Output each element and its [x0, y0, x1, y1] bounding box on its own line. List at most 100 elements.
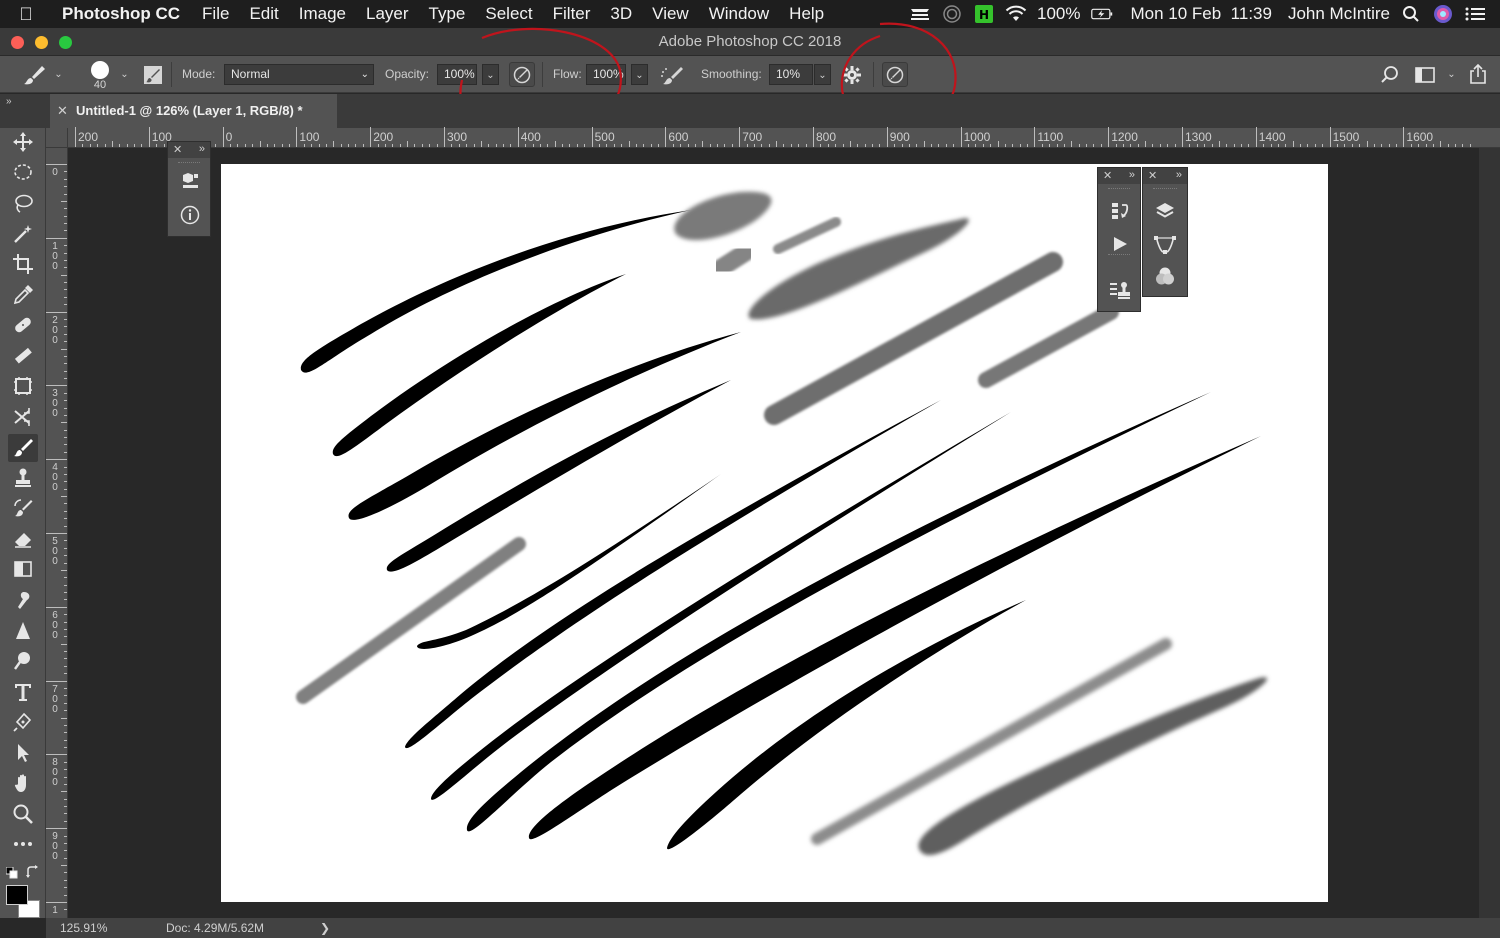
wifi-icon[interactable] [1005, 5, 1027, 23]
magic-wand-tool[interactable] [8, 220, 38, 248]
marquee-tool[interactable] [8, 158, 38, 186]
eyedropper-tool[interactable] [8, 281, 38, 309]
panel-grip[interactable] [1108, 188, 1130, 192]
workspace-dropdown[interactable]: ⌄ [1443, 64, 1460, 85]
vertical-ruler[interactable]: 0 100 200 300 400 500 600 700 800 900 1 [45, 148, 68, 918]
clone-stamp-tool[interactable] [8, 464, 38, 492]
close-panel-icon[interactable]: ✕ [1148, 169, 1157, 182]
expand-panel-icon[interactable]: » [1176, 169, 1182, 181]
document-tab[interactable]: ✕ Untitled-1 @ 126% (Layer 1, RGB/8) * [50, 94, 337, 128]
siri-icon[interactable] [1432, 5, 1454, 23]
pressure-opacity-button[interactable] [509, 62, 535, 87]
search-button[interactable] [1380, 65, 1400, 85]
smoothing-input[interactable]: 10% [769, 64, 813, 85]
gradient-tool[interactable] [8, 555, 38, 583]
opacity-slider-dropdown[interactable]: ⌄ [482, 64, 499, 85]
opacity-input[interactable]: 100% [437, 64, 477, 85]
expand-panel-icon[interactable]: » [1129, 169, 1135, 181]
edit-toolbar-button[interactable] [8, 830, 38, 858]
zoom-tool[interactable] [8, 800, 38, 828]
tool-preset-dropdown[interactable]: ⌄ [50, 64, 67, 85]
battery-icon[interactable] [1090, 5, 1113, 23]
close-document-icon[interactable]: ✕ [57, 94, 68, 128]
clone-stamp-tool-alt[interactable] [8, 372, 38, 400]
swap-colors-button[interactable] [26, 865, 40, 879]
horizontal-ruler[interactable]: 200 100 0 100 200 300 400 500 600 700 800 900 1000 11… [68, 127, 1500, 148]
clone-source-panel-button[interactable] [1098, 275, 1142, 305]
menu-select[interactable]: Select [475, 4, 542, 24]
menu-help[interactable]: Help [779, 4, 834, 24]
menu-file[interactable]: File [192, 4, 239, 24]
dodge-tool[interactable] [8, 647, 38, 675]
close-window-button[interactable] [11, 36, 24, 49]
smoothing-slider-dropdown[interactable]: ⌄ [814, 64, 831, 85]
share-button[interactable] [1467, 63, 1489, 85]
lasso-tool[interactable] [8, 189, 38, 217]
close-panel-icon[interactable]: ✕ [1103, 169, 1112, 182]
spotlight-search-icon[interactable] [1400, 5, 1422, 23]
user-name[interactable]: John McIntire [1282, 4, 1390, 24]
tool-preset-picker[interactable] [22, 64, 48, 86]
sharpen-tool[interactable] [8, 617, 38, 645]
expand-panel-icon[interactable]: » [199, 143, 205, 155]
history-brush-tool[interactable] [8, 494, 38, 522]
menu-layer[interactable]: Layer [356, 4, 419, 24]
clock[interactable]: Mon 10 Feb 11:39 [1123, 4, 1272, 24]
app-menu[interactable]: Photoshop CC [52, 4, 192, 24]
ruler-origin[interactable] [46, 128, 68, 148]
airbrush-button[interactable] [659, 64, 685, 86]
zoom-level[interactable]: 125.91% [60, 921, 107, 935]
brush-tool-pencil[interactable] [8, 342, 38, 370]
mode-select[interactable]: Normal ⌄ [224, 64, 374, 85]
zoom-window-button[interactable] [59, 36, 72, 49]
menu-filter[interactable]: Filter [543, 4, 601, 24]
eraser-tool[interactable] [8, 525, 38, 553]
content-aware-move-tool[interactable] [8, 403, 38, 431]
hand-tool[interactable] [8, 769, 38, 797]
default-colors-button[interactable] [5, 866, 18, 879]
pen-tool[interactable] [8, 708, 38, 736]
type-tool[interactable] [8, 678, 38, 706]
ruler-tick [931, 144, 933, 147]
vertical-scrollbar[interactable] [1479, 148, 1500, 918]
notification-center-icon[interactable] [1464, 5, 1486, 23]
monitor-icon[interactable]: H [973, 5, 995, 23]
brush-tool[interactable] [8, 434, 38, 462]
path-selection-tool[interactable] [8, 739, 38, 767]
minimize-window-button[interactable] [35, 36, 48, 49]
foreground-color-swatch[interactable] [6, 885, 28, 905]
libraries-panel-button[interactable] [168, 166, 212, 196]
smudge-tool[interactable] [8, 586, 38, 614]
apple-menu-icon[interactable]:  [0, 4, 52, 25]
flow-slider-dropdown[interactable]: ⌄ [631, 64, 648, 85]
healing-brush-tool[interactable] [8, 311, 38, 339]
channels-panel-button[interactable] [1143, 262, 1187, 292]
status-menu-chevron-icon[interactable]: ❯ [320, 921, 330, 935]
brush-preset-dropdown[interactable]: ⌄ [116, 64, 133, 85]
move-tool[interactable] [8, 128, 38, 156]
stack-icon[interactable] [909, 5, 931, 23]
info-panel-button[interactable] [168, 200, 212, 230]
menu-image[interactable]: Image [289, 4, 356, 24]
menu-window[interactable]: Window [699, 4, 779, 24]
close-panel-icon[interactable]: ✕ [173, 143, 182, 156]
crop-tool[interactable] [8, 250, 38, 278]
menu-3d[interactable]: 3D [600, 4, 642, 24]
layers-panel-button[interactable] [1143, 196, 1187, 226]
brush-preset-picker[interactable]: 40 [86, 61, 114, 91]
brush-settings-toggle[interactable] [140, 62, 166, 87]
workspace-switcher[interactable] [1414, 65, 1436, 85]
document-size[interactable]: Doc: 4.29M/5.62M [166, 921, 264, 935]
pressure-size-button[interactable] [882, 62, 908, 87]
spiral-icon[interactable] [941, 5, 963, 23]
expand-panels-icon[interactable]: » [6, 96, 12, 107]
actions-panel-button[interactable] [1098, 229, 1142, 259]
menu-type[interactable]: Type [419, 4, 476, 24]
flow-input[interactable]: 100% [586, 64, 626, 85]
paths-panel-button[interactable] [1143, 229, 1187, 259]
panel-grip[interactable] [1153, 188, 1177, 192]
smoothing-options-button[interactable] [841, 64, 863, 86]
history-panel-button[interactable] [1098, 196, 1142, 226]
menu-edit[interactable]: Edit [239, 4, 288, 24]
menu-view[interactable]: View [642, 4, 699, 24]
